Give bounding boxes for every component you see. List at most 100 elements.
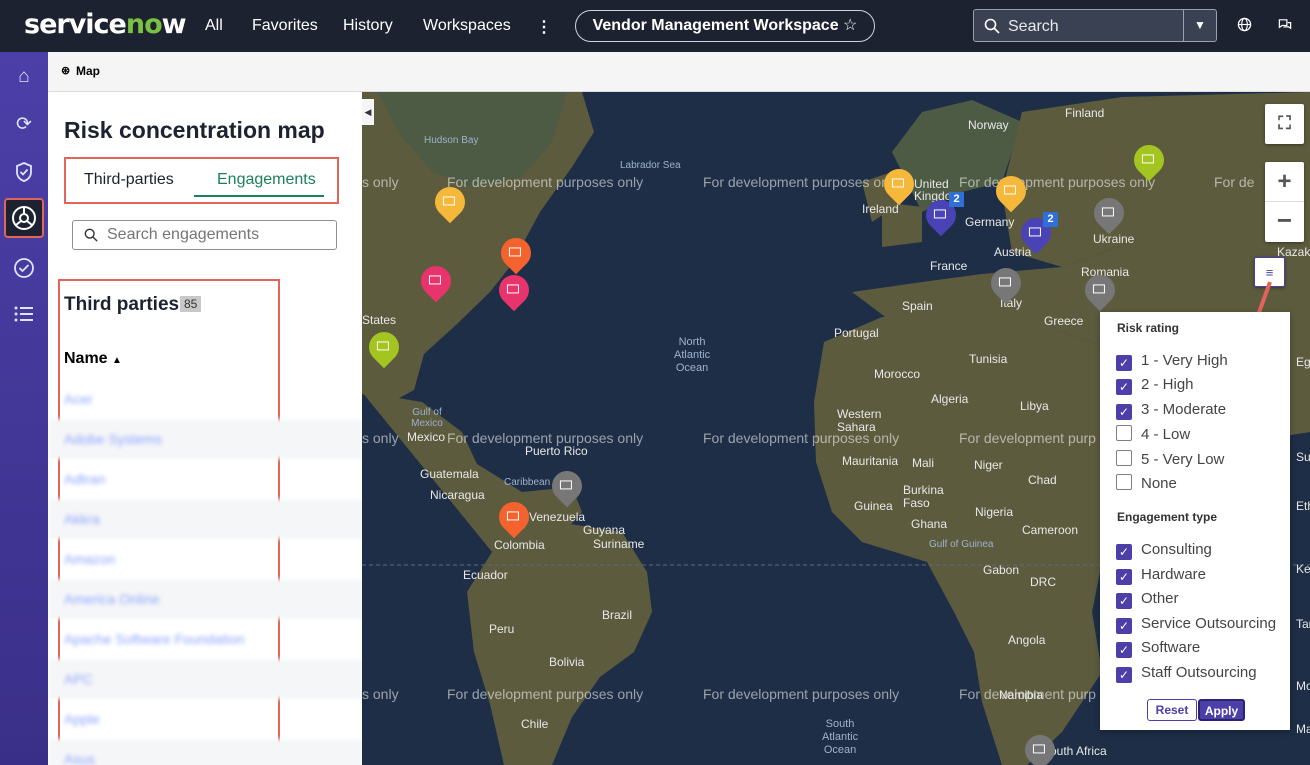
map-label: Gulf of Mexico bbox=[411, 407, 443, 429]
breadcrumb: ⊛ Map bbox=[48, 52, 1310, 92]
list-item[interactable]: Apache Software Foundation bbox=[48, 619, 362, 659]
checkbox-checked[interactable]: ✓ bbox=[1116, 379, 1132, 395]
list-item[interactable]: Adtran bbox=[48, 459, 362, 499]
watermark: For development purposes only bbox=[959, 174, 1156, 190]
nav-favorites[interactable]: Favorites bbox=[252, 17, 318, 35]
map-label: Niger bbox=[974, 458, 1003, 472]
type-option-consulting[interactable]: ✓ Consulting bbox=[1116, 541, 1212, 563]
risk-rating-title: Risk rating bbox=[1117, 321, 1180, 335]
risk-option-none[interactable]: None bbox=[1116, 474, 1177, 496]
map-label: Mada bbox=[1296, 722, 1310, 736]
map-label: Hudson Bay bbox=[424, 135, 479, 146]
list-icon[interactable] bbox=[12, 305, 36, 329]
zoom-out-button[interactable]: − bbox=[1265, 202, 1304, 242]
checkbox-unchecked[interactable] bbox=[1116, 450, 1132, 466]
risk-option-moderate[interactable]: ✓ 3 - Moderate bbox=[1116, 401, 1226, 423]
checkbox-checked[interactable]: ✓ bbox=[1116, 618, 1132, 634]
check-circle-icon[interactable] bbox=[12, 257, 36, 281]
name-column-header[interactable]: Name ▲ bbox=[64, 350, 122, 368]
map-label: Mauritania bbox=[842, 454, 899, 468]
map-label: Ecuador bbox=[463, 568, 508, 582]
search-scope-dropdown[interactable]: ▼ bbox=[1183, 10, 1216, 41]
list-item[interactable]: Akkra bbox=[48, 499, 362, 539]
type-option-other[interactable]: ✓ Other bbox=[1116, 590, 1179, 612]
list-item[interactable]: Acer bbox=[48, 379, 362, 419]
map-label: Puerto Rico bbox=[525, 444, 588, 458]
option-label: 3 - Moderate bbox=[1141, 401, 1227, 418]
more-menu-icon[interactable]: ⋮ bbox=[536, 17, 552, 37]
type-option-software[interactable]: ✓ Software bbox=[1116, 639, 1200, 661]
cluster-count-badge: 2 bbox=[1043, 212, 1058, 227]
chat-icon[interactable] bbox=[1277, 17, 1293, 36]
map-label: Guatemala bbox=[420, 467, 479, 481]
risk-map-icon[interactable] bbox=[4, 198, 44, 238]
search-engagements-input[interactable] bbox=[107, 226, 327, 244]
search-icon bbox=[84, 228, 98, 242]
map-label: Morocco bbox=[874, 367, 921, 381]
search-engagements-field[interactable] bbox=[72, 220, 337, 250]
nav-history[interactable]: History bbox=[343, 17, 393, 35]
star-icon[interactable]: ☆ bbox=[843, 17, 857, 34]
map-label: Mozam bbox=[1296, 679, 1310, 693]
reset-button[interactable]: Reset bbox=[1147, 699, 1197, 721]
list-item[interactable]: Amazon bbox=[48, 539, 362, 579]
refresh-icon[interactable]: ⟳ bbox=[12, 113, 36, 137]
risk-option-high[interactable]: ✓ 2 - High bbox=[1116, 376, 1194, 398]
list-item[interactable]: APC bbox=[48, 659, 362, 699]
watermark: s only bbox=[362, 686, 399, 702]
checkbox-checked[interactable]: ✓ bbox=[1116, 642, 1132, 658]
map-label: Tunisia bbox=[969, 352, 1008, 366]
risk-option-low[interactable]: 4 - Low bbox=[1116, 425, 1190, 447]
filter-panel: Risk rating ✓ 1 - Very High ✓ 2 - High ✓ 3 … bbox=[1100, 312, 1290, 730]
collapse-panel-button[interactable]: ◀ bbox=[362, 99, 374, 125]
option-label: 5 - Very Low bbox=[1141, 451, 1225, 468]
checkbox-checked[interactable]: ✓ bbox=[1116, 593, 1132, 609]
home-icon[interactable]: ⌂ bbox=[12, 65, 36, 89]
checkbox-unchecked[interactable] bbox=[1116, 474, 1132, 490]
apply-button[interactable]: Apply bbox=[1198, 699, 1245, 721]
map-label: Algeria bbox=[931, 392, 969, 406]
map-label: Finland bbox=[1065, 106, 1105, 120]
map-label: Nicaragua bbox=[430, 488, 485, 502]
checkbox-checked[interactable]: ✓ bbox=[1116, 569, 1132, 585]
nav-all[interactable]: All bbox=[205, 17, 223, 35]
breadcrumb-map[interactable]: Map bbox=[76, 64, 100, 78]
map-label: United Kingdom bbox=[914, 177, 962, 203]
checkbox-checked[interactable]: ✓ bbox=[1116, 404, 1132, 420]
list-item[interactable]: Asus bbox=[48, 739, 362, 765]
tab-engagements[interactable]: Engagements bbox=[217, 171, 316, 189]
map-label: Angola bbox=[1008, 633, 1046, 647]
ocean-label: North Atlantic Ocean bbox=[674, 336, 711, 374]
type-option-hardware[interactable]: ✓ Hardware bbox=[1116, 566, 1206, 588]
map-label: Ireland bbox=[862, 202, 899, 216]
watermark: s only bbox=[362, 174, 399, 190]
zoom-in-button[interactable]: + bbox=[1265, 162, 1304, 202]
map-label: Ken bbox=[1296, 562, 1310, 576]
list-item[interactable]: America Online bbox=[48, 579, 362, 619]
page-title: Risk concentration map bbox=[64, 117, 325, 143]
workspace-title-pill[interactable]: Vendor Management Workspace ☆ bbox=[575, 10, 875, 42]
search-icon bbox=[984, 18, 1000, 34]
nav-workspaces[interactable]: Workspaces bbox=[423, 17, 511, 35]
globe-icon[interactable] bbox=[1237, 17, 1252, 36]
map-label: Norway bbox=[968, 118, 1009, 132]
checkbox-unchecked[interactable] bbox=[1116, 425, 1132, 441]
risk-option-very-low[interactable]: 5 - Very Low bbox=[1116, 450, 1224, 472]
type-option-service-outsourcing[interactable]: ✓ Service Outsourcing bbox=[1116, 615, 1276, 637]
engagement-type-title: Engagement type bbox=[1117, 510, 1218, 524]
type-option-staff-outsourcing[interactable]: ✓ Staff Outsourcing bbox=[1116, 664, 1257, 686]
risk-option-very-high[interactable]: ✓ 1 - Very High bbox=[1116, 352, 1228, 374]
list-item[interactable]: Adobe Systems bbox=[48, 419, 362, 459]
shield-icon[interactable] bbox=[12, 161, 36, 185]
global-search[interactable]: Search ▼ bbox=[973, 9, 1217, 42]
list-item[interactable]: Apple bbox=[48, 699, 362, 739]
checkbox-checked[interactable]: ✓ bbox=[1116, 544, 1132, 560]
fullscreen-button[interactable]: ⛶ bbox=[1265, 104, 1304, 144]
risk-map[interactable]: ◀ s only For development purposes only F… bbox=[362, 92, 1310, 765]
watermark: For development purp bbox=[959, 430, 1096, 446]
checkbox-checked[interactable]: ✓ bbox=[1116, 667, 1132, 683]
tab-third-parties[interactable]: Third-parties bbox=[84, 171, 174, 189]
map-label: Tanza bbox=[1296, 617, 1310, 631]
servicenow-logo[interactable]: servicenow bbox=[24, 9, 187, 40]
checkbox-checked[interactable]: ✓ bbox=[1116, 355, 1132, 371]
